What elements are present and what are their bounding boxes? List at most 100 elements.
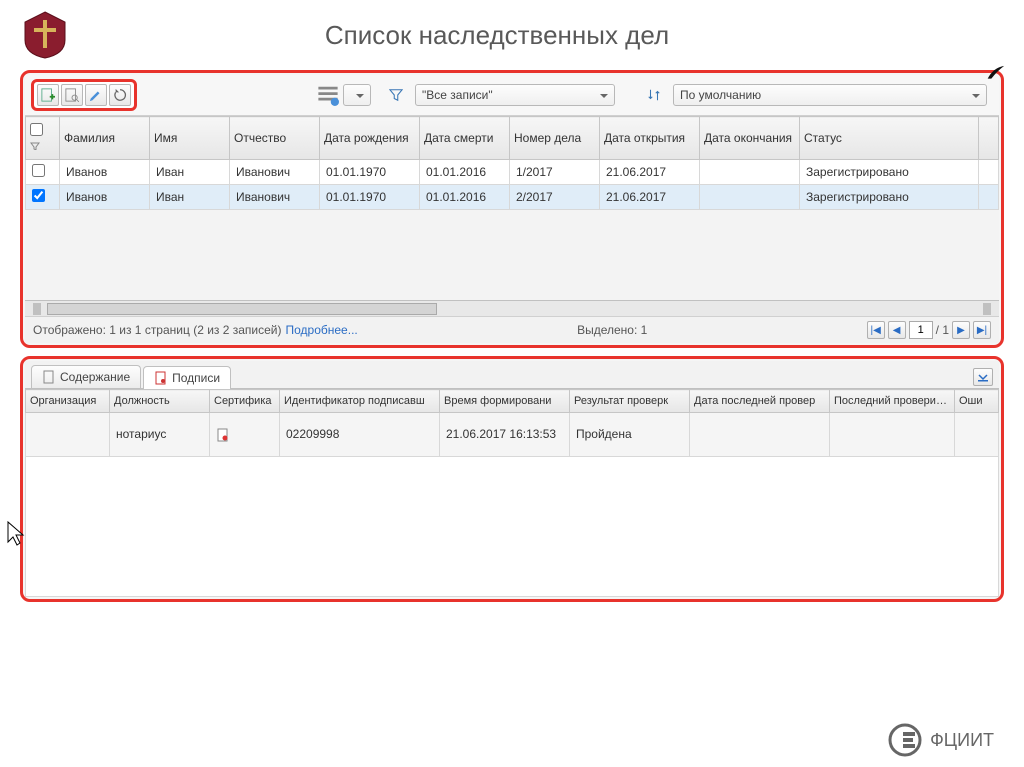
cell-birth: 01.01.1970 — [320, 185, 420, 210]
cell-status: Зарегистрировано — [800, 160, 979, 185]
doc-icon — [42, 370, 56, 384]
add-button[interactable] — [37, 84, 59, 106]
col-birth[interactable]: Дата рождения — [320, 117, 420, 160]
cell-opened: 21.06.2017 — [600, 185, 700, 210]
col-scroll — [979, 117, 999, 160]
table-row[interactable]: Иванов Иван Иванович 01.01.1970 01.01.20… — [26, 160, 999, 185]
selected-count: Выделено: 1 — [577, 323, 647, 337]
cell-lastname: Иванов — [60, 160, 150, 185]
pager-prev-button[interactable]: ◀ — [888, 321, 906, 339]
pager: |◀ ◀ / 1 ▶ ▶| — [867, 321, 991, 339]
signatures-panel: Содержание Подписи Организация Должность… — [20, 356, 1004, 602]
sig-col-role[interactable]: Должность — [110, 390, 210, 413]
tab-signatures-label: Подписи — [172, 371, 220, 385]
sig-cell-cert — [210, 413, 280, 457]
toolbar: "Все записи" По умолчанию — [25, 75, 999, 116]
edit-button[interactable] — [85, 84, 107, 106]
col-death[interactable]: Дата смерти — [420, 117, 510, 160]
cell-caseno: 1/2017 — [510, 160, 600, 185]
pager-next-button[interactable]: ▶ — [952, 321, 970, 339]
footer-label: ФЦИИТ — [930, 730, 994, 751]
sig-header-row: Организация Должность Сертифика Идентифи… — [26, 390, 999, 413]
table-row[interactable]: Иванов Иван Иванович 01.01.1970 01.01.20… — [26, 185, 999, 210]
col-opened[interactable]: Дата открытия — [600, 117, 700, 160]
more-link[interactable]: Подробнее... — [286, 323, 358, 337]
page-title: Список наследственных дел — [90, 20, 1004, 51]
view-button[interactable] — [61, 84, 83, 106]
footer: ФЦИИТ — [888, 723, 994, 757]
cell-caseno: 2/2017 — [510, 185, 600, 210]
cell-closed — [700, 185, 800, 210]
row-checkbox[interactable] — [32, 164, 45, 177]
pager-last-button[interactable]: ▶| — [973, 321, 991, 339]
sig-row[interactable]: нотариус 02209998 21.06.2017 16:13:53 Пр… — [26, 413, 999, 457]
pager-total: / 1 — [936, 323, 949, 337]
action-tool-group — [31, 79, 137, 111]
sig-col-time[interactable]: Время формировани — [440, 390, 570, 413]
cell-firstname: Иван — [150, 160, 230, 185]
sig-cell-signerid: 02209998 — [280, 413, 440, 457]
refresh-button[interactable] — [109, 84, 131, 106]
cell-status: Зарегистрировано — [800, 185, 979, 210]
filter-icon[interactable] — [387, 86, 405, 104]
horizontal-scrollbar[interactable] — [25, 300, 999, 316]
select-all-checkbox[interactable] — [30, 123, 43, 136]
view-mode-dropdown[interactable] — [343, 84, 371, 106]
sig-empty-area — [25, 457, 999, 597]
col-caseno[interactable]: Номер дела — [510, 117, 600, 160]
sig-col-lastcheck[interactable]: Дата последней провер — [690, 390, 830, 413]
sig-cell-result: Пройдена — [570, 413, 690, 457]
cell-closed — [700, 160, 800, 185]
signatures-table: Организация Должность Сертифика Идентифи… — [25, 389, 999, 457]
row-checkbox[interactable] — [32, 189, 45, 202]
cell-patronymic: Иванович — [230, 160, 320, 185]
table-header-row: Фамилия Имя Отчество Дата рождения Дата … — [26, 117, 999, 160]
cell-death: 01.01.2016 — [420, 185, 510, 210]
sig-cell-org — [26, 413, 110, 457]
detail-tabs: Содержание Подписи — [25, 361, 999, 389]
cell-birth: 01.01.1970 — [320, 160, 420, 185]
sig-col-signerid[interactable]: Идентификатор подписавш — [280, 390, 440, 413]
cell-opened: 21.06.2017 — [600, 160, 700, 185]
filter-dropdown[interactable]: "Все записи" — [415, 84, 615, 106]
col-closed[interactable]: Дата окончания — [700, 117, 800, 160]
sig-col-err[interactable]: Оши — [955, 390, 999, 413]
cases-table: Фамилия Имя Отчество Дата рождения Дата … — [25, 116, 999, 210]
sig-cell-err — [955, 413, 999, 457]
sig-cell-lastcheck — [690, 413, 830, 457]
pager-page-input[interactable] — [909, 321, 933, 339]
sig-col-cert[interactable]: Сертифика — [210, 390, 280, 413]
sig-cell-lastchecker — [830, 413, 955, 457]
tab-content[interactable]: Содержание — [31, 365, 141, 388]
filter-value: "Все записи" — [422, 88, 493, 102]
sig-cell-time: 21.06.2017 16:13:53 — [440, 413, 570, 457]
sort-icon — [645, 86, 663, 104]
sort-dropdown[interactable]: По умолчанию — [673, 84, 987, 106]
cell-patronymic: Иванович — [230, 185, 320, 210]
tab-content-label: Содержание — [60, 370, 130, 384]
cases-panel: "Все записи" По умолчанию Фамилия Имя От… — [20, 70, 1004, 348]
footer-logo-icon — [888, 723, 922, 757]
col-checkbox[interactable] — [26, 117, 60, 160]
col-firstname[interactable]: Имя — [150, 117, 230, 160]
status-count: Отображено: 1 из 1 страниц (2 из 2 запис… — [33, 323, 282, 337]
feather-icon — [984, 64, 1006, 86]
sig-col-org[interactable]: Организация — [26, 390, 110, 413]
signature-icon — [154, 371, 168, 385]
table-empty-area — [25, 210, 999, 300]
pager-first-button[interactable]: |◀ — [867, 321, 885, 339]
cell-death: 01.01.2016 — [420, 160, 510, 185]
collapse-button[interactable] — [973, 368, 993, 386]
sig-col-result[interactable]: Результат проверк — [570, 390, 690, 413]
certificate-icon[interactable] — [216, 428, 230, 442]
cell-firstname: Иван — [150, 185, 230, 210]
sig-cell-role: нотариус — [110, 413, 210, 457]
status-bar: Отображено: 1 из 1 страниц (2 из 2 запис… — [25, 316, 999, 343]
sig-col-lastchecker[interactable]: Последний проверивший — [830, 390, 955, 413]
col-lastname[interactable]: Фамилия — [60, 117, 150, 160]
col-status[interactable]: Статус — [800, 117, 979, 160]
col-patronymic[interactable]: Отчество — [230, 117, 320, 160]
tab-signatures[interactable]: Подписи — [143, 366, 231, 389]
cell-lastname: Иванов — [60, 185, 150, 210]
view-mode-button[interactable] — [317, 84, 339, 106]
